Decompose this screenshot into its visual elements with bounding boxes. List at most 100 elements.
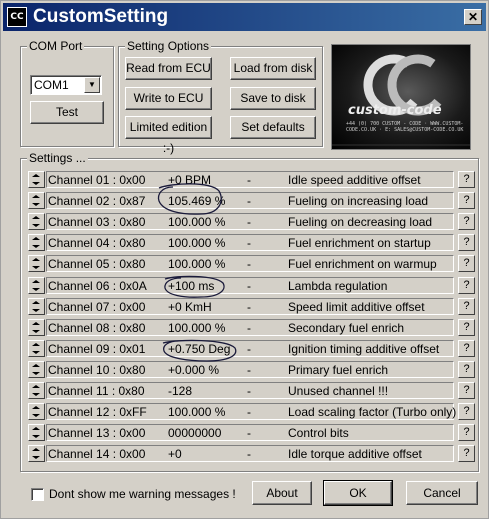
- channel-spinner[interactable]: [28, 234, 45, 251]
- channel-spinner[interactable]: [28, 277, 45, 294]
- channel-spinner[interactable]: [28, 424, 45, 441]
- ok-button[interactable]: OK: [323, 480, 393, 506]
- channel-spinner[interactable]: [28, 445, 45, 462]
- channel-spinner[interactable]: [28, 403, 45, 420]
- channel-description: Load scaling factor (Turbo only): [288, 405, 457, 419]
- channel-spinner[interactable]: [28, 298, 45, 315]
- title-bar[interactable]: CC CustomSetting ✕: [3, 3, 486, 31]
- channel-field: Channel 04 : 0x80 100.000 % - Fuel enrichme…: [46, 234, 454, 251]
- spin-down-icon[interactable]: [32, 393, 40, 396]
- channel-value: +0.000 %: [168, 363, 220, 377]
- channel-value: +100 ms: [168, 279, 215, 293]
- help-button[interactable]: ?: [458, 319, 475, 336]
- help-button[interactable]: ?: [458, 340, 475, 357]
- close-button[interactable]: ✕: [464, 9, 482, 25]
- channel-separator: -: [247, 300, 251, 314]
- help-button[interactable]: ?: [458, 277, 475, 294]
- setting-options-label: Setting Options: [125, 39, 212, 53]
- channel-id: Channel 13 : 0x00: [48, 426, 146, 440]
- spin-down-icon[interactable]: [32, 224, 40, 227]
- help-button[interactable]: ?: [458, 298, 475, 315]
- spin-down-icon[interactable]: [32, 245, 40, 248]
- help-button[interactable]: ?: [458, 382, 475, 399]
- channel-description: Secondary fuel enrich: [288, 321, 405, 335]
- load-from-disk-button[interactable]: Load from disk: [230, 57, 316, 80]
- help-button[interactable]: ?: [458, 424, 475, 441]
- spin-up-icon[interactable]: [32, 280, 40, 283]
- channel-description: Fueling on increasing load: [288, 194, 429, 208]
- channel-spinner[interactable]: [28, 213, 45, 230]
- spin-up-icon[interactable]: [32, 448, 40, 451]
- spin-down-icon[interactable]: [32, 414, 40, 417]
- channel-value: 100.000 %: [168, 257, 226, 271]
- spin-down-icon[interactable]: [32, 372, 40, 375]
- channel-description: Lambda regulation: [288, 279, 388, 293]
- channel-value: 100.000 %: [168, 215, 226, 229]
- spin-down-icon[interactable]: [32, 330, 40, 333]
- channel-separator: -: [247, 215, 251, 229]
- spin-down-icon[interactable]: [32, 309, 40, 312]
- spin-down-icon[interactable]: [32, 182, 40, 185]
- channel-description: Control bits: [288, 426, 349, 440]
- spin-up-icon[interactable]: [32, 343, 40, 346]
- spin-up-icon[interactable]: [32, 216, 40, 219]
- spin-down-icon[interactable]: [32, 351, 40, 354]
- help-button[interactable]: ?: [458, 255, 475, 272]
- spin-up-icon[interactable]: [32, 364, 40, 367]
- chevron-down-icon[interactable]: ▼: [84, 77, 100, 93]
- help-button[interactable]: ?: [458, 171, 475, 188]
- channel-value: +0: [168, 447, 182, 461]
- spin-down-icon[interactable]: [32, 203, 40, 206]
- write-to-ecu-button[interactable]: Write to ECU: [125, 87, 212, 110]
- channel-separator: -: [247, 257, 251, 271]
- channel-field: Channel 12 : 0xFF 100.000 % - Load scaling …: [46, 403, 457, 420]
- channel-spinner[interactable]: [28, 361, 45, 378]
- help-button[interactable]: ?: [458, 192, 475, 209]
- spin-down-icon[interactable]: [32, 456, 40, 459]
- com-port-select[interactable]: COM1 ▼: [30, 75, 102, 95]
- channel-field: Channel 10 : 0x80 +0.000 % - Primary fuel e…: [46, 361, 454, 378]
- channel-row: Channel 02 : 0x87 105.469 % - Fueling on in…: [28, 191, 476, 210]
- channel-spinner[interactable]: [28, 192, 45, 209]
- logo-text: custom-code: [348, 103, 442, 118]
- spin-up-icon[interactable]: [32, 195, 40, 198]
- test-button[interactable]: Test: [30, 101, 104, 124]
- channel-spinner[interactable]: [28, 255, 45, 272]
- spin-up-icon[interactable]: [32, 322, 40, 325]
- channel-value: +0.750 Deg: [168, 342, 231, 356]
- channel-separator: -: [247, 447, 251, 461]
- channel-spinner[interactable]: [28, 382, 45, 399]
- spin-down-icon[interactable]: [32, 266, 40, 269]
- dont-show-warnings-checkbox[interactable]: [31, 488, 44, 501]
- spin-up-icon[interactable]: [32, 258, 40, 261]
- channel-field: Channel 06 : 0x0A +100 ms - Lambda regulati…: [46, 277, 454, 294]
- channel-id: Channel 09 : 0x01: [48, 342, 146, 356]
- about-button[interactable]: About: [252, 481, 312, 505]
- spin-up-icon[interactable]: [32, 301, 40, 304]
- channel-spinner[interactable]: [28, 319, 45, 336]
- spin-up-icon[interactable]: [32, 427, 40, 430]
- channel-spinner[interactable]: [28, 340, 45, 357]
- help-button[interactable]: ?: [458, 403, 475, 420]
- spin-up-icon[interactable]: [32, 406, 40, 409]
- help-button[interactable]: ?: [458, 234, 475, 251]
- cancel-button[interactable]: Cancel: [406, 481, 478, 505]
- limited-edition-button[interactable]: Limited edition :-): [125, 116, 212, 155]
- help-button[interactable]: ?: [458, 445, 475, 462]
- spin-up-icon[interactable]: [32, 385, 40, 388]
- help-button[interactable]: ?: [458, 213, 475, 230]
- spin-up-icon[interactable]: [32, 237, 40, 240]
- channel-row: Channel 04 : 0x80 100.000 % - Fuel enrichme…: [28, 233, 476, 252]
- spin-down-icon[interactable]: [32, 435, 40, 438]
- channel-row: Channel 10 : 0x80 +0.000 % - Primary fuel e…: [28, 360, 476, 379]
- dont-show-warnings-label: Dont show me warning messages !: [49, 487, 236, 501]
- channel-row: Channel 11 : 0x80 -128 - Unused channel !!!…: [28, 381, 476, 400]
- save-to-disk-button[interactable]: Save to disk: [230, 87, 316, 110]
- channel-spinner[interactable]: [28, 171, 45, 188]
- set-defaults-button[interactable]: Set defaults: [230, 116, 316, 139]
- read-from-ecu-button[interactable]: Read from ECU: [125, 57, 212, 80]
- help-button[interactable]: ?: [458, 361, 475, 378]
- spin-up-icon[interactable]: [32, 174, 40, 177]
- channel-id: Channel 14 : 0x00: [48, 447, 146, 461]
- spin-down-icon[interactable]: [32, 288, 40, 291]
